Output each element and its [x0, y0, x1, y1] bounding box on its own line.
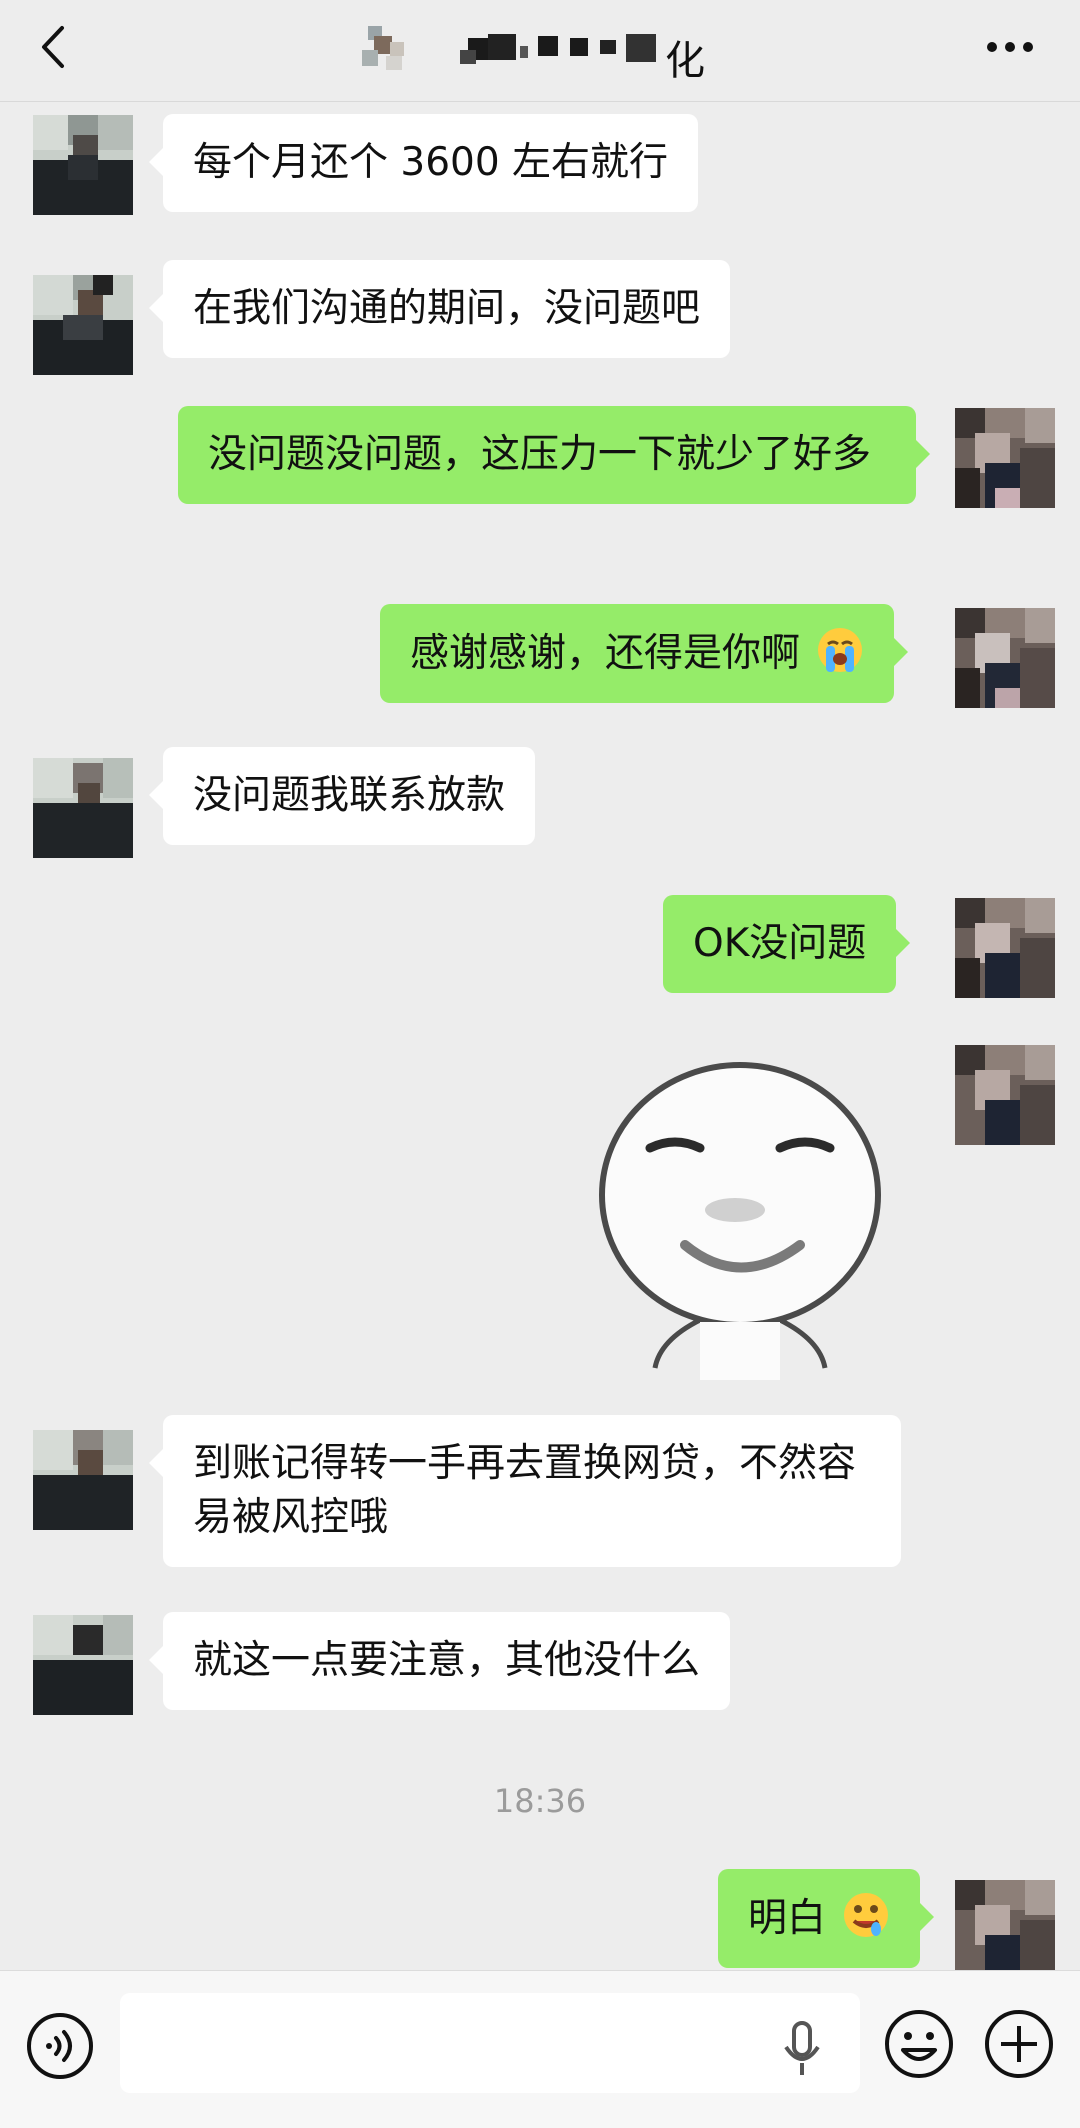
- microphone-icon[interactable]: [780, 2019, 824, 2079]
- sticker-smiling-face[interactable]: [590, 1060, 890, 1380]
- smiley-icon: [885, 2010, 953, 2078]
- contact-avatar[interactable]: [33, 1615, 133, 1715]
- message-bubble-incoming[interactable]: 就这一点要注意，其他没什么: [148, 1612, 731, 1710]
- plus-icon: [985, 2010, 1053, 2078]
- message-input-bar: [0, 1970, 1080, 2128]
- emoji-button[interactable]: [883, 2008, 955, 2080]
- my-avatar[interactable]: [955, 1880, 1055, 1980]
- message-text: 没问题我联系放款: [193, 773, 506, 818]
- my-avatar[interactable]: [955, 608, 1055, 708]
- message-text: 在我们沟通的期间，没问题吧: [193, 286, 701, 331]
- message-text: 明白: [748, 1896, 827, 1941]
- my-avatar[interactable]: [955, 898, 1055, 998]
- contact-avatar[interactable]: [33, 115, 133, 215]
- contact-avatar[interactable]: [33, 275, 133, 375]
- contact-avatar[interactable]: [33, 758, 133, 858]
- drooling-face-emoji: [844, 1893, 889, 1937]
- back-button[interactable]: [30, 22, 80, 72]
- message-bubble-outgoing[interactable]: 明白: [718, 1869, 935, 1968]
- my-avatar[interactable]: [955, 408, 1055, 508]
- voice-icon: [27, 2013, 93, 2079]
- chevron-left-icon: [42, 26, 64, 68]
- message-bubble-incoming[interactable]: 每个月还个 3600 左右就行: [148, 114, 699, 212]
- crying-face-emoji: [818, 628, 863, 672]
- contact-avatar[interactable]: [33, 1430, 133, 1530]
- chat-title-area: 化: [360, 22, 740, 84]
- message-text: OK没问题: [693, 921, 867, 966]
- message-bubble-incoming[interactable]: 在我们沟通的期间，没问题吧: [148, 260, 731, 358]
- message-text: 没问题没问题，这压力一下就少了好多: [208, 432, 872, 477]
- title-redaction: [362, 26, 656, 70]
- chat-title: 化: [665, 38, 705, 84]
- message-bubble-incoming[interactable]: 到账记得转一手再去置换网贷，不然容易被风控哦: [149, 1415, 901, 1567]
- message-bubble-outgoing[interactable]: OK没问题: [663, 895, 911, 993]
- more-options-button[interactable]: [970, 22, 1050, 72]
- message-text: 每个月还个 3600 左右就行: [193, 140, 669, 185]
- more-functions-button[interactable]: [983, 2008, 1055, 2080]
- voice-mode-button[interactable]: [25, 2011, 95, 2081]
- message-bubble-outgoing[interactable]: 感谢感谢，还得是你啊: [380, 604, 909, 703]
- message-text: 就这一点要注意，其他没什么: [193, 1638, 701, 1683]
- ellipsis-icon: [987, 42, 1033, 52]
- message-timestamp: 18:36: [493, 1782, 587, 1820]
- my-avatar[interactable]: [955, 1045, 1055, 1145]
- message-text: 到账记得转一手再去置换网贷，不然容易被风控哦: [193, 1441, 857, 1540]
- message-input[interactable]: [120, 1993, 860, 2093]
- message-bubble-incoming[interactable]: 没问题我联系放款: [148, 747, 536, 845]
- chat-header: 化: [0, 0, 1080, 102]
- message-bubble-outgoing[interactable]: 没问题没问题，这压力一下就少了好多: [178, 406, 930, 504]
- message-text: 感谢感谢，还得是你啊: [410, 631, 801, 676]
